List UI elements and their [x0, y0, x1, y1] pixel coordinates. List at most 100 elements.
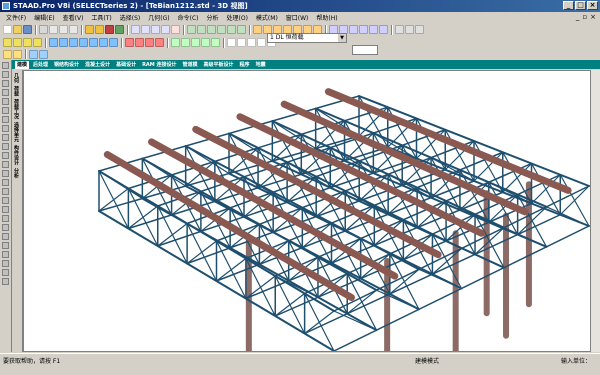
zoom-window-icon[interactable]	[349, 25, 358, 34]
load-list-icon[interactable]	[3, 49, 12, 59]
rotate-up-icon[interactable]	[187, 25, 196, 34]
spin-left-icon[interactable]	[227, 25, 236, 34]
release-icon[interactable]	[2, 197, 9, 204]
tension-icon[interactable]	[2, 215, 9, 222]
structure-wizard-icon[interactable]	[115, 25, 124, 34]
save-icon[interactable]	[23, 25, 32, 34]
menu-commands[interactable]: 命令(C)	[178, 13, 199, 22]
print-icon[interactable]	[39, 25, 48, 34]
diagonal-member[interactable]	[545, 206, 590, 227]
beta-angle-icon[interactable]	[2, 188, 9, 195]
diagonal-member[interactable]	[215, 257, 247, 282]
imperfection-icon[interactable]	[2, 260, 9, 267]
run-analysis-icon[interactable]	[105, 25, 114, 34]
group-icon[interactable]	[2, 134, 9, 141]
side-tab-geometry[interactable]: 几何	[13, 73, 20, 83]
labels-icon[interactable]	[395, 25, 404, 34]
pointer-icon[interactable]	[171, 38, 180, 47]
mirror-icon[interactable]	[69, 38, 78, 47]
merge-beams-icon[interactable]	[109, 38, 118, 47]
inactive-icon[interactable]	[2, 251, 9, 258]
rotate-right-icon[interactable]	[217, 25, 226, 34]
material-cursor-icon[interactable]	[2, 179, 9, 186]
tab-ram-connection[interactable]: RAM 连接设计	[140, 61, 178, 69]
side-tab-load-cases[interactable]: 荷载工况	[13, 99, 20, 119]
select-solids-icon[interactable]	[161, 25, 170, 34]
side-tab-analysis[interactable]: 分析	[13, 168, 20, 178]
diagonal-member[interactable]	[274, 275, 319, 298]
add-beam-icon[interactable]	[13, 38, 22, 47]
spring-icon[interactable]	[2, 278, 9, 285]
tab-advanced-slab[interactable]: 高级平板设计	[202, 61, 236, 69]
load-icon[interactable]	[145, 38, 154, 47]
new-file-icon[interactable]	[3, 25, 12, 34]
maximize-button[interactable]: □	[575, 1, 586, 10]
lasso-select-icon[interactable]	[191, 38, 200, 47]
select-parallel-icon[interactable]	[201, 38, 210, 47]
side-tab-loads[interactable]: 荷载	[13, 86, 20, 96]
add-solid-icon[interactable]	[33, 38, 42, 47]
tab-postprocessing[interactable]: 后处理	[31, 61, 50, 69]
circular-repeat-icon[interactable]	[59, 38, 68, 47]
select-all-icon[interactable]	[211, 38, 220, 47]
node-cursor-icon[interactable]	[2, 80, 9, 87]
offset-icon[interactable]	[2, 206, 9, 213]
menu-geometry[interactable]: 几何(G)	[148, 13, 169, 22]
tab-modeling[interactable]: 建模	[15, 60, 30, 69]
node-icon[interactable]	[237, 38, 246, 47]
menu-select[interactable]: 选择(S)	[120, 13, 141, 22]
copy-icon[interactable]	[59, 25, 68, 34]
add-node-icon[interactable]	[3, 38, 12, 47]
compression-icon[interactable]	[2, 224, 9, 231]
support-cursor-icon[interactable]	[2, 152, 9, 159]
move-icon[interactable]	[89, 38, 98, 47]
undo-icon[interactable]	[85, 25, 94, 34]
plate-cursor-icon[interactable]	[2, 89, 9, 96]
property-icon[interactable]	[125, 38, 134, 47]
snap-grid-icon[interactable]	[415, 25, 424, 34]
rotate-left-icon[interactable]	[207, 25, 216, 34]
menu-view[interactable]: 查看(V)	[63, 13, 84, 22]
plate-icon[interactable]	[247, 38, 256, 47]
mdi-minimize-button[interactable]: _	[576, 13, 580, 21]
cursor-icon[interactable]	[2, 62, 9, 69]
beam-cursor-icon[interactable]	[2, 71, 9, 78]
chevron-down-icon[interactable]: ▼	[338, 34, 346, 42]
select-plates-icon[interactable]	[151, 25, 160, 34]
tab-program[interactable]: 程序	[238, 61, 252, 69]
menu-mode[interactable]: 模式(M)	[256, 13, 278, 22]
mdi-restore-button[interactable]: ▫	[582, 13, 587, 21]
minimize-button[interactable]: _	[563, 1, 574, 10]
select-geometry-icon[interactable]	[171, 25, 180, 34]
structure-select[interactable]	[352, 45, 378, 55]
cut-icon[interactable]	[49, 25, 58, 34]
physical-member-icon[interactable]	[2, 125, 9, 132]
menu-analyze[interactable]: 分析	[207, 13, 219, 22]
select-nodes-icon[interactable]	[131, 25, 140, 34]
redo-icon[interactable]	[95, 25, 104, 34]
vertical-scrollbar[interactable]	[591, 70, 600, 352]
add-plate-icon[interactable]	[23, 38, 32, 47]
rotate-geometry-icon[interactable]	[79, 38, 88, 47]
tab-piping[interactable]: 管道模	[181, 61, 200, 69]
diagonal-member[interactable]	[157, 222, 188, 247]
open-file-icon[interactable]	[13, 25, 22, 34]
diagonal-member[interactable]	[186, 240, 218, 265]
spin-right-icon[interactable]	[237, 25, 246, 34]
beam-icon[interactable]	[227, 38, 236, 47]
structure-model[interactable]	[24, 71, 590, 351]
menu-process[interactable]: 处理(O)	[227, 13, 248, 22]
menu-edit[interactable]: 编辑(E)	[34, 13, 54, 22]
menu-help[interactable]: 帮助(H)	[316, 13, 337, 22]
show-deflection-icon[interactable]	[39, 49, 48, 59]
translational-repeat-icon[interactable]	[49, 38, 58, 47]
geometry-cursor-icon[interactable]	[2, 116, 9, 123]
property-cursor-icon[interactable]	[2, 161, 9, 168]
zoom-all-icon[interactable]	[359, 25, 368, 34]
tab-seismic[interactable]: 地震	[254, 61, 268, 69]
close-button[interactable]: ×	[587, 1, 598, 10]
diagonal-member[interactable]	[127, 205, 159, 230]
cable-icon[interactable]	[2, 233, 9, 240]
surface-cursor-icon[interactable]	[2, 107, 9, 114]
load-cursor-icon[interactable]	[2, 143, 9, 150]
